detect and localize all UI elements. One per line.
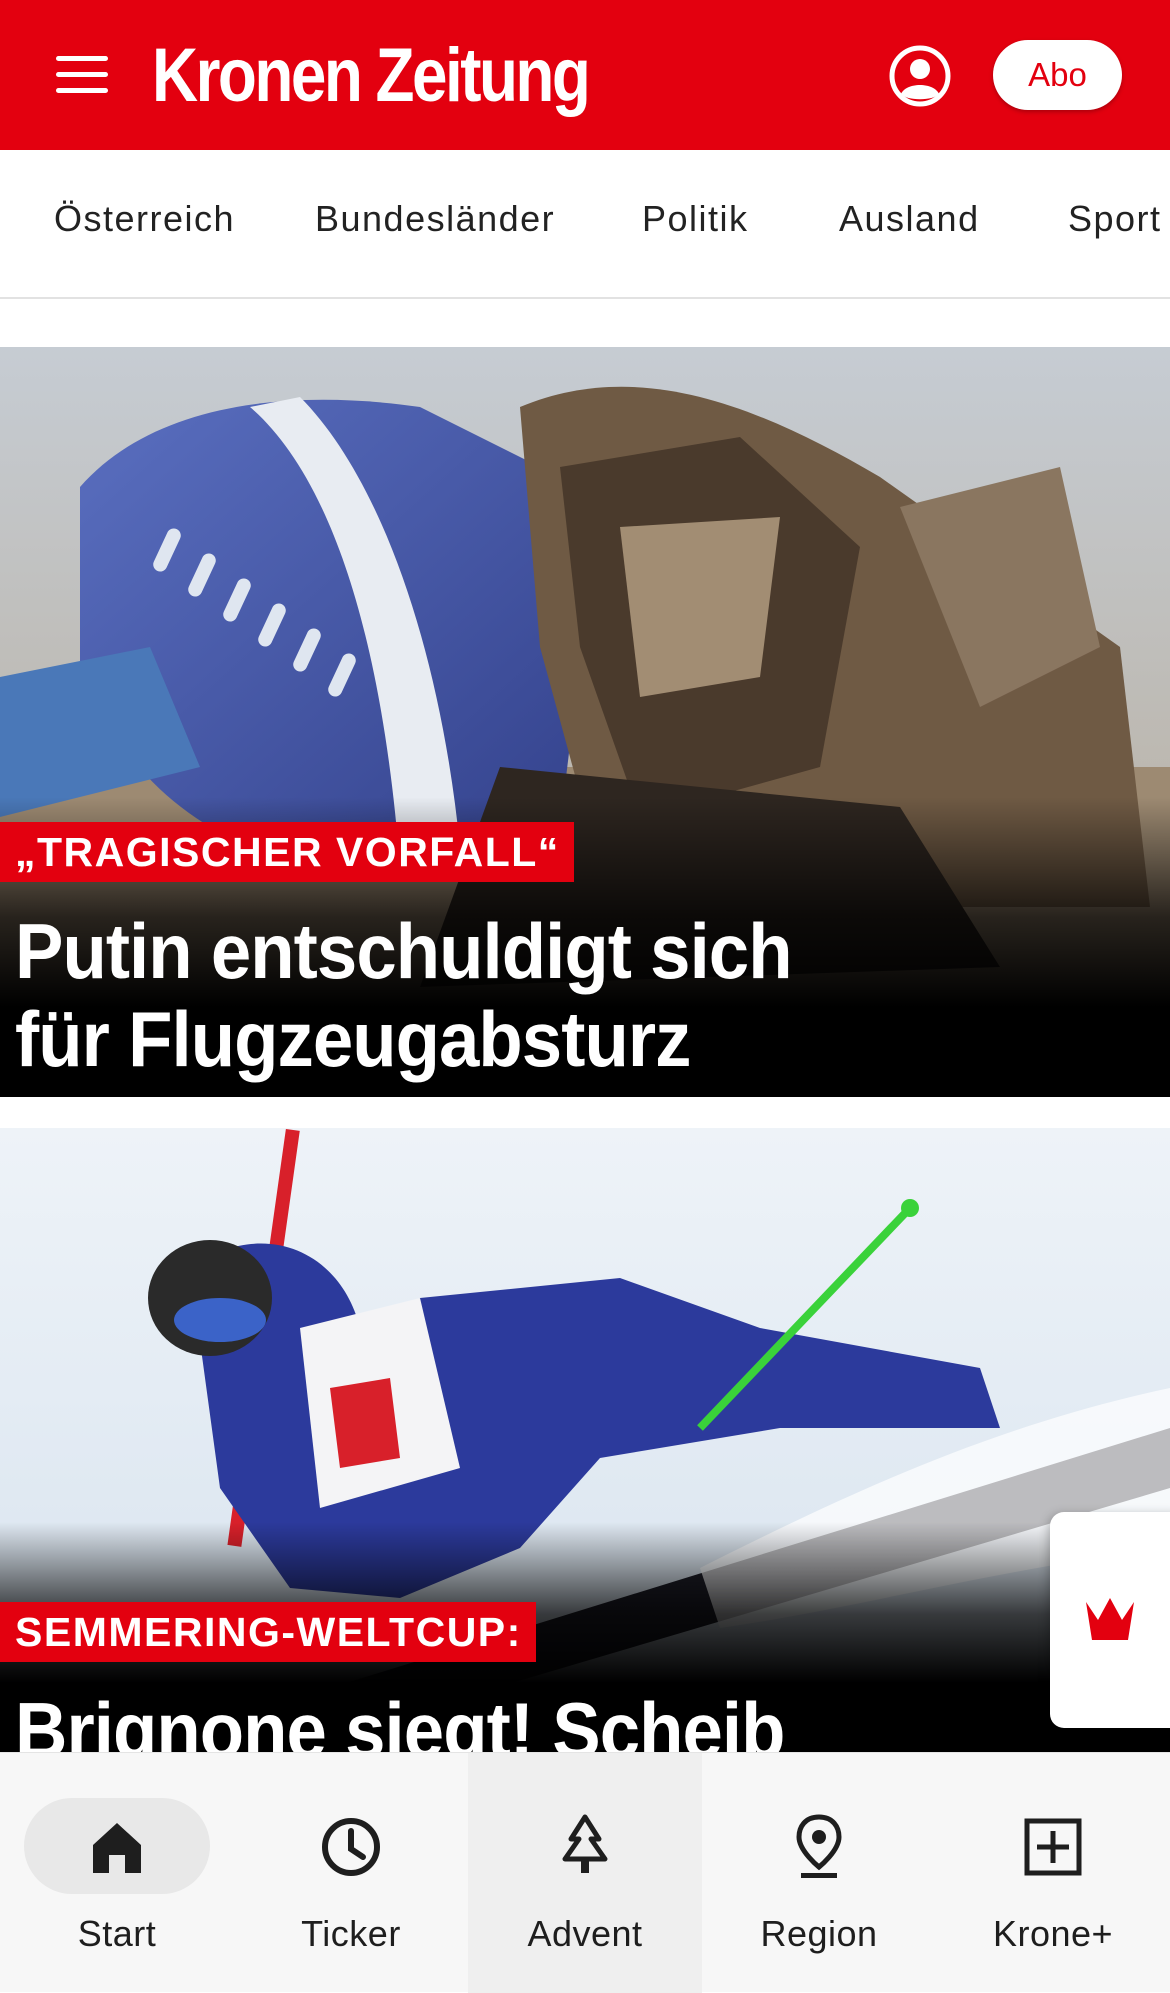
bottom-nav-label: Start bbox=[77, 1913, 157, 1954]
article-headline: Putin entschuldigt sich für Flugzeugabst… bbox=[15, 907, 852, 1083]
nav-item-ausland[interactable]: Ausland bbox=[839, 198, 980, 240]
bottom-nav-start[interactable]: Start bbox=[0, 1753, 234, 1993]
hamburger-icon bbox=[56, 56, 108, 61]
bottom-nav-region[interactable]: Region bbox=[702, 1753, 936, 1993]
abo-button[interactable]: Abo bbox=[993, 40, 1122, 110]
bottom-nav-label: Ticker bbox=[301, 1913, 401, 1954]
crown-icon bbox=[1086, 1598, 1134, 1640]
hamburger-icon-bar bbox=[56, 88, 108, 93]
home-icon bbox=[93, 1823, 141, 1873]
app-header: Kronen Zeitung Abo bbox=[0, 0, 1170, 150]
category-nav: Österreich Bundesländer Politik Ausland … bbox=[0, 150, 1170, 299]
brand-logo[interactable]: Kronen Zeitung bbox=[152, 34, 591, 118]
article-kicker: „TRAGISCHER VORFALL“ bbox=[0, 822, 574, 882]
bottom-navigation: Start Ticker Advent Region Krone+ bbox=[0, 1752, 1170, 1993]
user-icon bbox=[889, 45, 951, 107]
hamburger-icon-bar bbox=[56, 72, 108, 77]
bottom-nav-advent[interactable]: Advent bbox=[468, 1753, 702, 1993]
article-kicker: SEMMERING-WELTCUP: bbox=[0, 1602, 536, 1662]
account-button[interactable] bbox=[888, 44, 952, 108]
bottom-nav-label: Region bbox=[760, 1913, 878, 1954]
clock-icon bbox=[322, 1818, 380, 1876]
nav-item-sport[interactable]: Sport bbox=[1068, 198, 1162, 240]
headline-line: für Flugzeugabsturz bbox=[15, 995, 691, 1083]
nav-item-bundeslaender[interactable]: Bundesländer bbox=[315, 198, 555, 240]
tree-icon bbox=[562, 1814, 608, 1873]
article-card-2[interactable]: SEMMERING-WELTCUP: Brignone siegt! Schei… bbox=[0, 1128, 1170, 1752]
nav-item-politik[interactable]: Politik bbox=[642, 198, 749, 240]
bottom-nav-label: Advent bbox=[527, 1913, 643, 1954]
article-card-1[interactable]: „TRAGISCHER VORFALL“ Putin entschuldigt … bbox=[0, 347, 1170, 1097]
menu-button[interactable] bbox=[52, 48, 114, 100]
headline-line: Putin entschuldigt sich bbox=[15, 907, 793, 995]
location-pin-icon bbox=[796, 1814, 842, 1878]
nav-item-oesterreich[interactable]: Österreich bbox=[54, 198, 235, 240]
article-headline: Brignone siegt! Scheib bbox=[15, 1686, 852, 1752]
krone-side-tab[interactable] bbox=[1050, 1512, 1170, 1728]
bottom-nav-label: Krone+ bbox=[992, 1913, 1114, 1954]
bottom-nav-kroneplus[interactable]: Krone+ bbox=[936, 1753, 1170, 1993]
bottom-nav-ticker[interactable]: Ticker bbox=[234, 1753, 468, 1993]
plus-box-icon bbox=[1024, 1818, 1082, 1876]
headline-line: Brignone siegt! Scheib bbox=[15, 1686, 785, 1752]
